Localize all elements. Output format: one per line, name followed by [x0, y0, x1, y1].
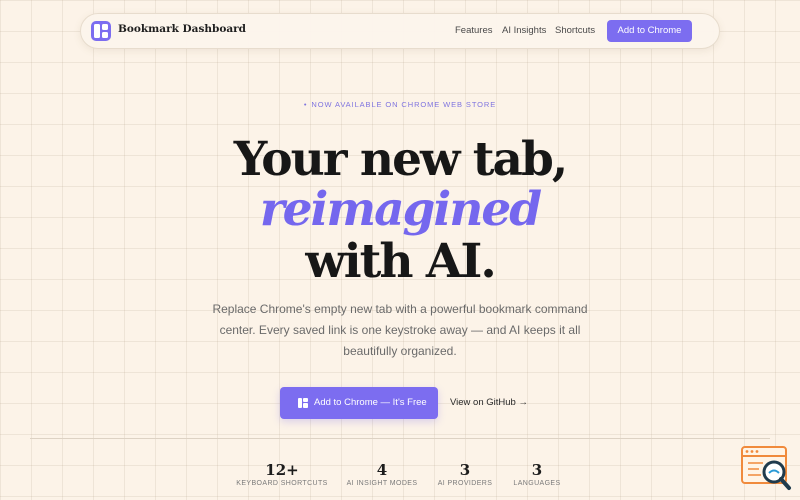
- availability-eyebrow: • NOW AVAILABLE ON CHROME WEB STORE: [0, 100, 800, 109]
- nav-link-ai-insights[interactable]: AI Insights: [502, 25, 546, 36]
- brand-name[interactable]: Bookmark Dashboard: [118, 23, 246, 35]
- stat-value: 4: [376, 461, 388, 479]
- hero-title-line-2: reimagined: [259, 182, 542, 237]
- stat-keyboard-shortcuts: 12+ KEYBOARD SHORTCUTS: [236, 461, 328, 487]
- eyebrow-dot-icon: •: [303, 100, 308, 109]
- stat-label: AI PROVIDERS: [437, 480, 493, 487]
- stat-value: 3: [531, 461, 543, 479]
- stat-value: 12+: [265, 461, 299, 479]
- stat-ai-providers: 3 AI PROVIDERS: [432, 461, 498, 487]
- extension-grid-icon: [298, 398, 308, 408]
- add-to-chrome-free-label: Add to Chrome — It's Free: [314, 397, 427, 408]
- stat-value: 3: [459, 461, 471, 479]
- nav-link-features[interactable]: Features: [455, 25, 493, 36]
- stat-label: LANGUAGES: [513, 480, 561, 487]
- add-to-chrome-free-button[interactable]: Add to Chrome — It's Free: [280, 387, 438, 419]
- hero-title-line-3: with AI.: [305, 234, 496, 289]
- navbar: Bookmark Dashboard Features AI Insights …: [80, 13, 720, 49]
- nav-link-shortcuts[interactable]: Shortcuts: [555, 25, 595, 36]
- hero-title-line-1: Your new tab,: [233, 132, 568, 187]
- hero-subtitle: Replace Chrome's empty new tab with a po…: [212, 302, 588, 358]
- stat-languages: 3 LANGUAGES: [508, 461, 566, 487]
- stat-label: KEYBOARD SHORTCUTS: [236, 480, 328, 487]
- view-on-github-link[interactable]: View on GitHub →: [450, 387, 528, 419]
- stat-label: AI INSIGHT MODES: [346, 480, 418, 487]
- browser-search-icon[interactable]: [739, 445, 793, 493]
- dashboard-grid-icon[interactable]: [91, 21, 111, 41]
- stat-ai-insight-modes: 4 AI INSIGHT MODES: [342, 461, 422, 487]
- stats-divider: [30, 438, 770, 439]
- nav-add-to-chrome-button[interactable]: Add to Chrome: [607, 20, 692, 42]
- eyebrow-text: NOW AVAILABLE ON CHROME WEB STORE: [311, 100, 497, 109]
